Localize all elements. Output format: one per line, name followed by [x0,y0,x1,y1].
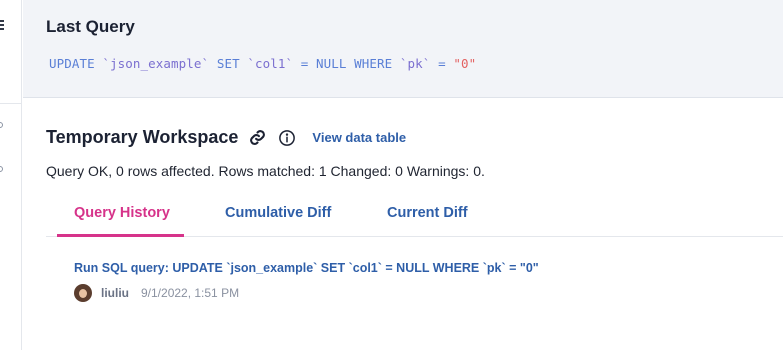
last-query-code: UPDATE `json_example` SET `col1` = NULL … [49,56,476,71]
history-item-author[interactable]: liuliu [101,286,129,300]
sql-identifier: `pk` [399,56,431,71]
tab-current-diff[interactable]: Current Diff [387,205,468,221]
sql-keyword: = NULL WHERE [300,56,393,71]
rail-circle-icon[interactable] [0,122,3,128]
workspace-tabs: Query History Cumulative Diff Current Di… [46,199,783,237]
workspace-title: Temporary Workspace [46,127,239,147]
avatar [74,284,92,302]
view-data-table-link[interactable]: View data table [312,130,406,145]
sql-keyword: SET [216,56,240,71]
last-query-panel: Last Query UPDATE `json_example` SET `co… [23,0,783,98]
tab-query-history[interactable]: Query History [74,205,170,221]
active-tab-indicator [57,234,184,237]
sql-identifier: `json_example` [102,56,210,71]
list-item: Run SQL query: UPDATE `json_example` SET… [74,261,539,302]
sql-string: "0" [453,56,477,71]
sql-identifier: `col1` [247,56,294,71]
sql-keyword: UPDATE [49,56,95,71]
workspace-header: Temporary Workspace View data table [46,127,406,148]
history-item-date: 9/1/2022, 1:51 PM [141,286,240,300]
tab-cumulative-diff[interactable]: Cumulative Diff [225,205,331,221]
history-item-meta: liuliu 9/1/2022, 1:51 PM [74,284,539,302]
link-icon[interactable] [248,129,266,147]
workspace-panel: Temporary Workspace View data table Quer… [23,99,783,350]
rail-divider [0,103,22,104]
rail-circle-icon[interactable] [0,166,3,172]
query-status: Query OK, 0 rows affected. Rows matched:… [46,163,485,179]
last-query-title: Last Query [46,17,135,36]
menu-icon[interactable] [0,20,4,32]
history-item-title[interactable]: Run SQL query: UPDATE `json_example` SET… [74,261,539,275]
left-rail [0,0,22,350]
info-icon[interactable] [278,129,296,147]
sql-operator: = [438,56,446,71]
